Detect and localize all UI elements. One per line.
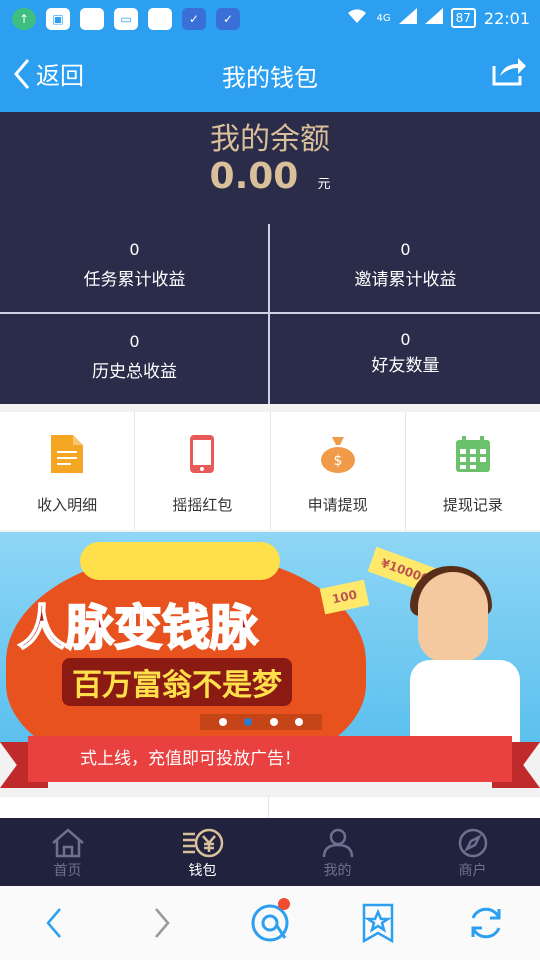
bottom-tab-bar: 首页 钱包 我的 商户 — [0, 818, 540, 886]
stat-invite-income[interactable]: 0 邀请累计收益 — [271, 224, 540, 312]
home-icon — [51, 828, 84, 858]
document-icon — [51, 434, 84, 474]
stat-label: 历史总收益 — [92, 362, 177, 382]
app-icon: ✓ — [182, 8, 206, 30]
phone-icon — [190, 434, 215, 474]
battery-icon: 87 — [450, 8, 476, 28]
page-title: 我的钱包 — [222, 64, 318, 92]
chevron-left-icon — [46, 908, 61, 938]
balance-value: 0.00 — [209, 156, 299, 197]
menu-label: 收入明细 — [37, 496, 98, 514]
menu-apply-withdraw[interactable]: $ 申请提现 — [271, 412, 406, 530]
stat-value: 0 — [400, 240, 411, 259]
message-icon: ▭ — [114, 8, 138, 30]
refresh-icon — [471, 907, 501, 939]
balance-amount: 0.00 元 — [0, 156, 540, 197]
browser-refresh-button[interactable] — [432, 886, 540, 960]
stat-friend-count[interactable]: 0 好友数量 — [271, 316, 540, 404]
stat-label: 好友数量 — [371, 356, 440, 376]
notification-badge — [278, 898, 290, 910]
app-icon: ✓ — [216, 8, 240, 30]
scan-icon: ▣ — [46, 8, 70, 30]
share-button[interactable] — [490, 54, 528, 92]
stat-label: 邀请累计收益 — [354, 270, 457, 290]
stat-value: 0 — [400, 330, 411, 349]
menu-label: 提现记录 — [442, 496, 503, 514]
stat-task-income[interactable]: 0 任务累计收益 — [0, 224, 269, 312]
notification-icons: ↑ ▣ ▭ ✓ ✓ — [12, 8, 240, 30]
content-strip — [0, 796, 540, 819]
stat-total-income[interactable]: 0 历史总收益 — [0, 316, 269, 404]
tab-label: 首页 — [53, 863, 82, 879]
divider — [0, 312, 540, 314]
carousel-dot[interactable] — [218, 718, 227, 726]
tab-label: 钱包 — [188, 863, 217, 879]
tab-wallet[interactable]: 钱包 — [135, 818, 270, 886]
status-bar: ↑ ▣ ▭ ✓ ✓ 4G 87 22:01 — [0, 0, 540, 38]
tab-label: 商户 — [458, 863, 487, 879]
svg-text:$: $ — [333, 453, 342, 469]
stat-value: 0 — [129, 332, 140, 351]
carousel-dot[interactable] — [295, 718, 304, 726]
compass-icon — [458, 828, 487, 858]
stat-value: 0 — [129, 240, 140, 259]
menu-withdraw-records[interactable]: 提现记录 — [406, 412, 540, 530]
chevron-right-icon — [155, 908, 170, 938]
carousel-dot[interactable] — [269, 718, 278, 726]
money-bag-icon: $ — [320, 434, 356, 474]
bag-tie — [80, 542, 280, 580]
tab-mine[interactable]: 我的 — [270, 818, 405, 886]
browser-forward-button[interactable] — [108, 886, 216, 960]
browser-home-button[interactable] — [216, 886, 324, 960]
tab-label: 我的 — [323, 863, 352, 879]
wallet-menu: 收入明细 摇摇红包 $ 申请提现 提现记录 — [0, 412, 540, 530]
browser-bookmark-button[interactable] — [324, 886, 432, 960]
app-header: 返回 我的钱包 — [0, 38, 540, 112]
stat-label: 任务累计收益 — [83, 270, 186, 290]
balance-panel: 我的余额 0.00 元 0 任务累计收益 0 邀请累计收益 0 历史总收益 0 … — [0, 112, 540, 404]
app-icon — [80, 8, 104, 30]
carousel-indicator — [200, 714, 322, 730]
clock: 22:01 — [483, 8, 530, 28]
menu-label: 申请提现 — [307, 496, 368, 514]
menu-shake-redpacket[interactable]: 摇摇红包 — [135, 412, 271, 530]
calendar-icon — [455, 434, 490, 474]
signal-icon — [424, 8, 443, 28]
carousel-dot-active[interactable] — [244, 718, 253, 726]
upload-icon: ↑ — [12, 8, 36, 30]
bookmark-star-icon — [362, 903, 394, 943]
tab-merchant[interactable]: 商户 — [405, 818, 540, 886]
balance-title: 我的余额 — [210, 122, 330, 157]
user-icon — [322, 828, 353, 858]
banner-subline: 百万富翁不是梦 — [62, 658, 292, 706]
divider — [268, 797, 269, 819]
menu-label: 摇摇红包 — [172, 496, 233, 514]
wifi-icon — [346, 8, 368, 28]
system-status: 4G 87 22:01 — [346, 8, 530, 28]
tab-home[interactable]: 首页 — [0, 818, 135, 886]
banknote: 100 — [319, 579, 370, 615]
browser-back-button[interactable] — [0, 886, 108, 960]
wallet-icon — [182, 828, 223, 858]
app-icon — [148, 8, 172, 30]
signal-icon — [398, 8, 417, 28]
balance-unit: 元 — [317, 177, 331, 192]
network-label: 4G — [376, 12, 391, 24]
menu-income-detail[interactable]: 收入明细 — [0, 412, 136, 530]
browser-toolbar — [0, 886, 540, 960]
announcement-marquee[interactable]: 式上线，充值即可投放广告！ — [28, 736, 512, 782]
character-head — [418, 572, 488, 662]
banner-headline: 人脉变钱脉 — [17, 599, 259, 657]
share-icon — [492, 58, 526, 86]
